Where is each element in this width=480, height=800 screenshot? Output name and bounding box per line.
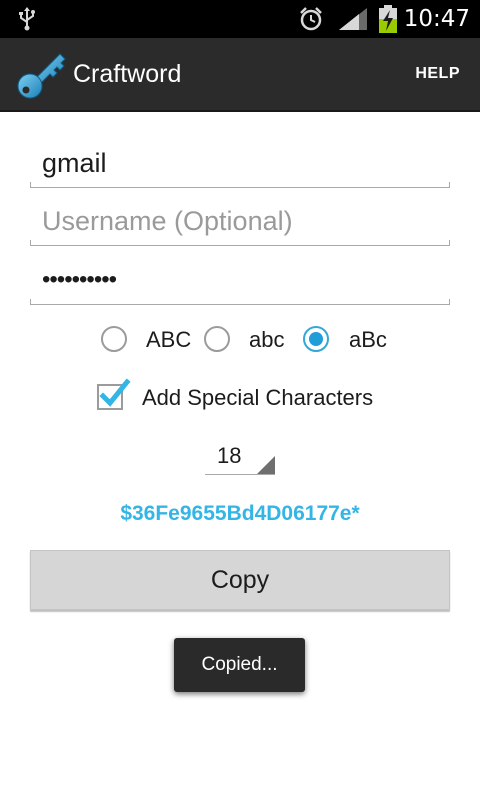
usb-icon — [19, 7, 35, 31]
radio-mixedcase-label[interactable]: aBc — [349, 324, 387, 356]
special-characters-checkbox[interactable] — [97, 378, 131, 410]
action-bar: Craftword HELP — [0, 38, 480, 112]
password-field[interactable]: •••••••••• — [30, 257, 450, 305]
special-characters-label[interactable]: Add Special Characters — [142, 382, 373, 414]
alarm-icon — [300, 7, 322, 31]
password-field-value: •••••••••• — [42, 266, 117, 293]
key-icon — [17, 53, 66, 99]
username-field[interactable]: Username (Optional) — [30, 198, 450, 246]
spinner-arrow-icon — [257, 456, 275, 474]
battery-charging-icon — [379, 5, 397, 33]
radio-uppercase-label[interactable]: ABC — [146, 324, 191, 356]
copy-button[interactable]: Copy — [30, 550, 450, 610]
length-spinner-value: 18 — [217, 443, 242, 468]
site-field-value: gmail — [42, 148, 107, 178]
help-button[interactable]: HELP — [415, 63, 460, 85]
length-spinner[interactable]: 18 — [205, 440, 275, 476]
username-field-placeholder: Username (Optional) — [42, 206, 293, 236]
toast-text: Copied... — [201, 654, 278, 675]
radio-lowercase[interactable] — [204, 326, 230, 352]
app-title: Craftword — [73, 60, 182, 88]
generated-password: $36Fe9655Bd4D06177e* — [120, 502, 360, 525]
radio-uppercase[interactable] — [101, 326, 127, 352]
radio-lowercase-label[interactable]: abc — [249, 324, 284, 356]
radio-mixedcase[interactable] — [303, 326, 329, 352]
case-radio-group: ABC abc aBc — [98, 324, 398, 358]
status-time: 10:47 — [403, 6, 470, 32]
site-field[interactable]: gmail — [30, 140, 450, 188]
signal-icon — [339, 8, 367, 30]
status-bar: 10:47 — [0, 0, 480, 38]
checkmark-icon — [99, 378, 131, 407]
copied-toast: Copied... — [174, 638, 305, 692]
copy-button-label: Copy — [210, 565, 270, 594]
